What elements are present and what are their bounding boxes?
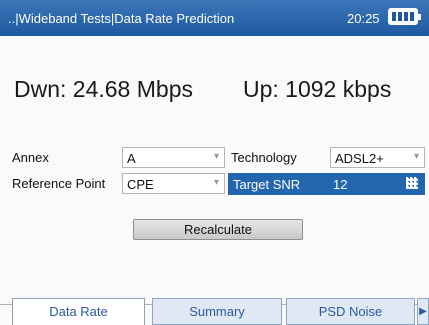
annex-select[interactable]: A ▾ <box>122 147 225 168</box>
target-snr-label: Target SNR <box>233 177 301 192</box>
tab-data-rate[interactable]: Data Rate <box>12 298 145 325</box>
chevron-down-icon: ▾ <box>413 151 419 162</box>
downstream-rate: Dwn: 24.68 Mbps <box>14 76 193 102</box>
keypad-icon[interactable] <box>406 177 418 189</box>
target-snr-value: 12 <box>333 177 348 192</box>
recalculate-button[interactable]: Recalculate <box>133 219 303 240</box>
technology-label: Technology <box>231 150 297 165</box>
technology-select[interactable]: ADSL2+ ▾ <box>330 147 425 168</box>
tab-bar: Data Rate Summary PSD Noise ▶ <box>0 298 429 325</box>
annex-label: Annex <box>12 150 49 165</box>
triangle-right-icon[interactable]: ▶ <box>417 298 429 325</box>
reference-point-select[interactable]: CPE ▾ <box>122 173 225 194</box>
clock: 20:25 <box>347 11 380 26</box>
tab-psd-noise[interactable]: PSD Noise <box>286 298 415 325</box>
title-bar: ..|Wideband Tests|Data Rate Prediction 2… <box>0 0 429 36</box>
chevron-down-icon: ▾ <box>213 151 219 162</box>
upstream-rate: Up: 1092 kbps <box>243 76 392 102</box>
target-snr-field[interactable]: Target SNR 12 <box>228 173 425 195</box>
chevron-down-icon: ▾ <box>213 177 219 188</box>
breadcrumb: ..|Wideband Tests|Data Rate Prediction <box>8 11 235 26</box>
reference-point-label: Reference Point <box>12 176 106 191</box>
battery-icon <box>388 8 421 25</box>
tab-summary[interactable]: Summary <box>152 298 282 325</box>
